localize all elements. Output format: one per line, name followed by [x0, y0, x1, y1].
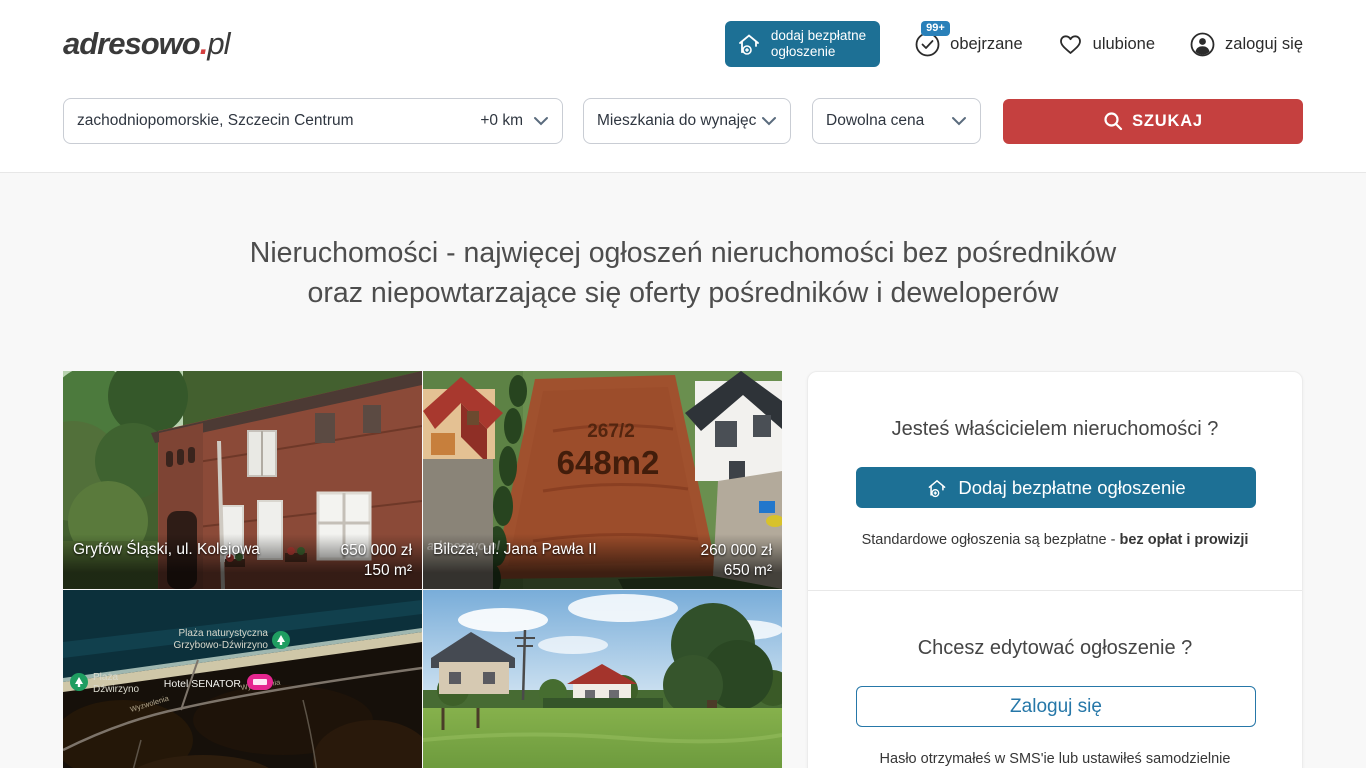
login-link[interactable]: zaloguj się [1189, 31, 1303, 58]
listing-photo-meadow [423, 590, 782, 768]
header-actions: dodaj bezpłatne ogłoszenie 99+ obejrzane… [725, 21, 1303, 67]
category-select[interactable]: Mieszkania do wynajęc [583, 98, 791, 144]
owner-section: Jesteś właścicielem nieruchomości ? Doda… [808, 372, 1302, 590]
header: adresowo.pl dodaj bezpłatne ogłoszenie [0, 0, 1366, 88]
location-value: zachodniopomorskie, Szczecin Centrum [77, 112, 354, 130]
edit-title: Chcesz edytować ogłoszenie ? [856, 637, 1254, 660]
listing-location: Bilcza, ul. Jana Pawła II [433, 541, 597, 581]
chevron-down-icon [761, 116, 777, 126]
price-select[interactable]: Dowolna cena [812, 98, 981, 144]
login-label: zaloguj się [1225, 35, 1303, 54]
login-button-label: Zaloguj się [1010, 696, 1102, 718]
listing-card[interactable]: Wyzwolenia Wyzwolenia Plaża naturystyczn… [63, 590, 422, 768]
listing-price: 650 000 zł [340, 542, 412, 559]
search-bar: zachodniopomorskie, Szczecin Centrum +0 … [0, 88, 1366, 173]
svg-text:Plaża: Plaża [93, 672, 118, 683]
page-title: Nieruchomości - najwięcej ogłoszeń nieru… [0, 233, 1366, 313]
radius-dropdown[interactable]: +0 km [480, 112, 549, 130]
edit-section: Chcesz edytować ogłoszenie ? Zaloguj się… [808, 590, 1302, 768]
edit-note: Hasło otrzymałeś w SMS'ie lub ustawiłeś … [856, 751, 1254, 767]
listing-price: 260 000 zł [700, 542, 772, 559]
chevron-down-icon [533, 116, 549, 126]
svg-text:Plaża naturystyczna: Plaża naturystyczna [179, 628, 269, 639]
svg-text:267/2: 267/2 [587, 421, 635, 442]
listing-card[interactable]: Gryfów Śląski, ul. Kolejowa 650 000 zł 1… [63, 371, 422, 589]
login-button[interactable]: Zaloguj się [856, 686, 1256, 727]
radius-value: +0 km [480, 112, 523, 130]
add-free-listing-label: Dodaj bezpłatne ogłoszenie [958, 477, 1185, 499]
search-button[interactable]: SZUKAJ [1003, 99, 1303, 144]
viewed-label: obejrzane [950, 35, 1022, 54]
logo-tld: pl [207, 26, 229, 61]
search-button-label: SZUKAJ [1132, 112, 1203, 131]
heart-icon [1057, 31, 1084, 58]
listing-price-area: 650 000 zł 150 m² [340, 541, 412, 581]
category-value: Mieszkania do wynajęc [597, 112, 756, 130]
house-plus-icon [736, 31, 762, 57]
location-input[interactable]: zachodniopomorskie, Szczecin Centrum +0 … [63, 98, 563, 144]
owner-note: Standardowe ogłoszenia są bezpłatne - be… [856, 532, 1254, 548]
svg-text:648m2: 648m2 [557, 444, 660, 481]
sidebar-panel: Jesteś właścicielem nieruchomości ? Doda… [807, 371, 1303, 768]
listing-caption: Gryfów Śląski, ul. Kolejowa 650 000 zł 1… [63, 534, 422, 589]
viewed-count-badge: 99+ [921, 21, 950, 36]
listing-area: 150 m² [364, 562, 412, 579]
owner-title: Jesteś właścicielem nieruchomości ? [856, 418, 1254, 441]
svg-text:Grzybowo-Dźwirzyno: Grzybowo-Dźwirzyno [174, 640, 269, 651]
logo-brand: adresowo [63, 26, 200, 61]
svg-text:Hotel SENATOR: Hotel SENATOR [164, 678, 242, 690]
favorites-link[interactable]: ulubione [1057, 31, 1155, 58]
svg-text:Dźwirzyno: Dźwirzyno [93, 684, 140, 695]
logo[interactable]: adresowo.pl [63, 26, 229, 62]
add-listing-label: dodaj bezpłatne ogłoszenie [771, 28, 866, 60]
main-content: Gryfów Śląski, ul. Kolejowa 650 000 zł 1… [0, 371, 1366, 768]
listing-location: Gryfów Śląski, ul. Kolejowa [73, 541, 260, 581]
add-free-listing-button[interactable]: Dodaj bezpłatne ogłoszenie [856, 467, 1256, 508]
listing-area: 650 m² [724, 562, 772, 579]
listing-card[interactable]: Grojec, ul. Rogienna 801 000 zł [423, 590, 782, 768]
search-icon [1103, 111, 1123, 131]
listing-caption: Bilcza, ul. Jana Pawła II 260 000 zł 650… [423, 534, 782, 589]
add-listing-button[interactable]: dodaj bezpłatne ogłoszenie [725, 21, 880, 67]
favorites-label: ulubione [1093, 35, 1155, 54]
user-icon [1189, 31, 1216, 58]
listing-card[interactable]: 267/2 648m2 [423, 371, 782, 589]
price-value: Dowolna cena [826, 112, 924, 130]
house-plus-icon [926, 477, 948, 499]
listing-grid: Gryfów Śląski, ul. Kolejowa 650 000 zł 1… [63, 371, 782, 768]
chevron-down-icon [951, 116, 967, 126]
listing-map-dzwirzyno: Wyzwolenia Wyzwolenia Plaża naturystyczn… [63, 590, 422, 768]
viewed-link[interactable]: 99+ obejrzane [914, 31, 1022, 58]
check-circle-icon: 99+ [914, 31, 941, 58]
listing-price-area: 260 000 zł 650 m² [700, 541, 772, 581]
